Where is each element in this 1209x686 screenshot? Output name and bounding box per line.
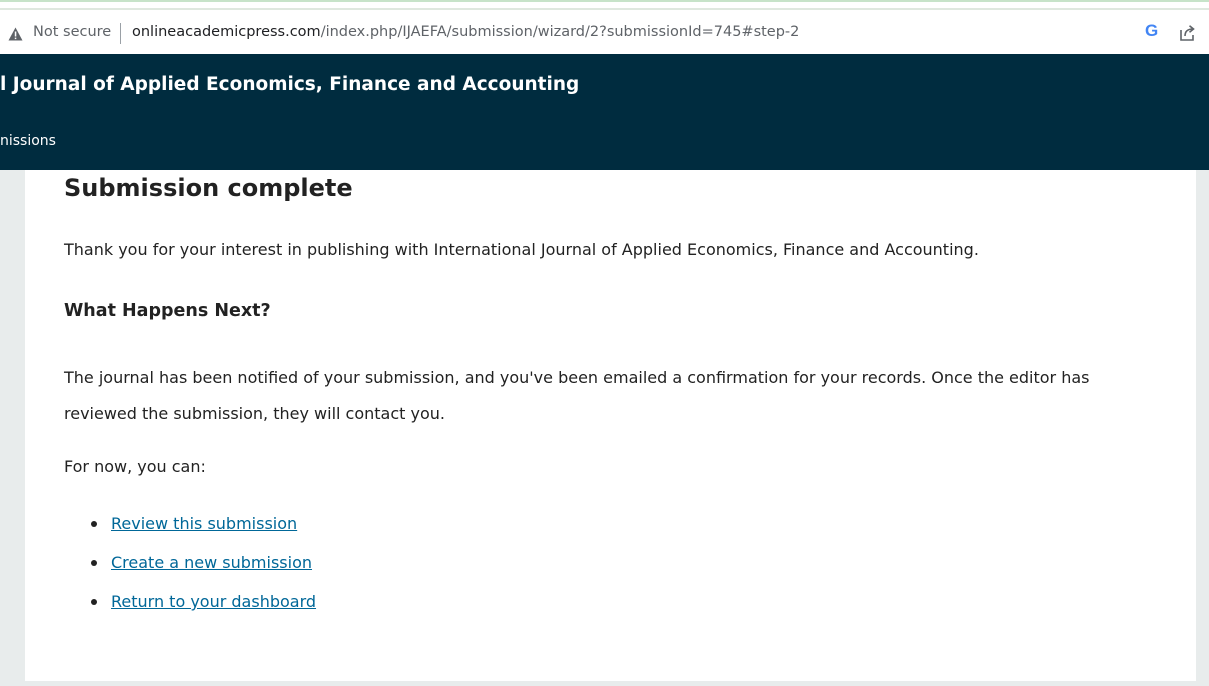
loading-strip — [0, 8, 1209, 10]
warning-triangle-icon[interactable] — [8, 27, 23, 41]
next-steps-heading: What Happens Next? — [64, 301, 271, 321]
review-submission-link[interactable]: Review this submission — [111, 514, 297, 533]
options-intro: For now, you can: — [64, 457, 206, 476]
new-submission-link[interactable]: Create a new submission — [111, 553, 312, 572]
share-icon[interactable] — [1178, 24, 1196, 42]
url-host: onlineacademicpress.com — [132, 24, 321, 40]
list-item: Create a new submission — [89, 553, 316, 592]
next-actions-list: Review this submission Create a new subm… — [89, 514, 316, 631]
dashboard-link[interactable]: Return to your dashboard — [111, 592, 316, 611]
site-header: l Journal of Applied Economics, Finance … — [0, 54, 1209, 170]
list-item: Review this submission — [89, 514, 316, 553]
page-title: Submission complete — [64, 174, 353, 202]
nav-item-submissions[interactable]: nissions — [0, 133, 56, 149]
url-field[interactable]: onlineacademicpress.com/index.php/IJAEFA… — [132, 24, 799, 40]
browser-address-bar: Not secure onlineacademicpress.com/index… — [0, 0, 1209, 54]
bullet-icon — [91, 521, 97, 527]
url-path: /index.php/IJAEFA/submission/wizard/2?su… — [320, 24, 800, 40]
thank-you-text: Thank you for your interest in publishin… — [64, 240, 979, 259]
content-card: Submission complete Thank you for your i… — [25, 170, 1196, 681]
bullet-icon — [91, 560, 97, 566]
bullet-icon — [91, 599, 97, 605]
address-separator — [120, 23, 121, 44]
notification-text: The journal has been notified of your su… — [64, 368, 1090, 423]
journal-title[interactable]: l Journal of Applied Economics, Finance … — [0, 74, 579, 95]
google-icon[interactable]: G — [1145, 21, 1158, 41]
security-status-label[interactable]: Not secure — [33, 24, 111, 40]
list-item: Return to your dashboard — [89, 592, 316, 631]
